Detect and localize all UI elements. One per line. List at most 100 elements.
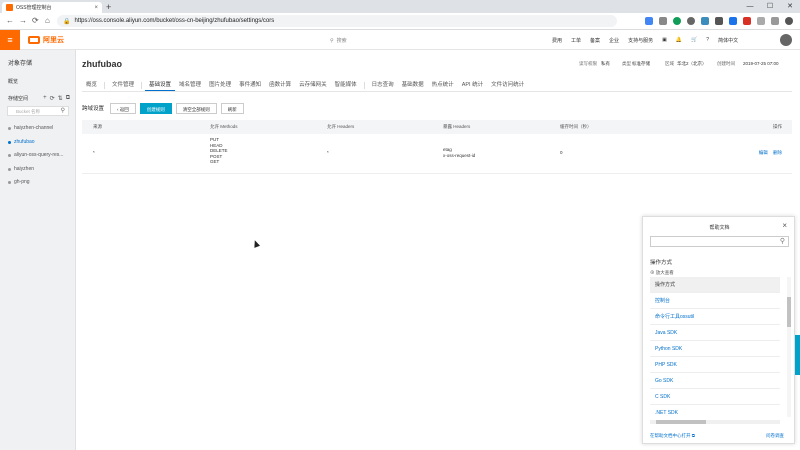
help-doc-item[interactable]: Go SDK	[650, 373, 780, 389]
zoom-in-link[interactable]: ⊕ 放大查看	[650, 270, 674, 276]
extension-icon[interactable]	[673, 17, 681, 25]
tab-domains[interactable]: 域名管理	[175, 80, 205, 91]
extension-icon[interactable]	[715, 17, 723, 25]
browser-tab[interactable]: OSS管理控制台 ×	[2, 2, 102, 13]
tab-function-compute[interactable]: 函数计算	[265, 80, 295, 91]
help-doc-item[interactable]: 操作方式	[650, 277, 780, 293]
scrollbar-thumb[interactable]	[787, 297, 791, 327]
close-icon[interactable]: ×	[782, 221, 787, 230]
tab-hotspot-stats[interactable]: 热点统计	[428, 80, 458, 91]
close-window-icon[interactable]: ✕	[780, 0, 800, 13]
help-panel-title: 帮助文档	[709, 225, 730, 231]
tab-storage-gateway[interactable]: 云存储网关	[295, 80, 331, 91]
aliyun-logo[interactable]: 阿里云	[28, 35, 64, 45]
tab-smart-media[interactable]: 智能媒体	[331, 80, 361, 91]
tab-api-stats[interactable]: API 统计	[458, 80, 487, 91]
close-tab-icon[interactable]: ×	[94, 5, 98, 11]
help-doc-item[interactable]: 命令行工具ossutil	[650, 309, 780, 325]
add-bucket-icon[interactable]: +	[43, 95, 47, 102]
help-doc-item[interactable]: .NET SDK	[650, 405, 780, 421]
help-doc-item[interactable]: 控制台	[650, 293, 780, 309]
bell-icon[interactable]: 🔔	[676, 37, 682, 43]
table-row: * PUT HEAD DELETE POST GET * etag x-oss-…	[82, 134, 792, 174]
bucket-search-input[interactable]: Bucket 名称 ⚲	[7, 106, 69, 116]
profile-icon[interactable]	[785, 17, 793, 25]
reload-icon[interactable]: ⟳	[32, 16, 39, 26]
tab-overview[interactable]: 概览	[82, 80, 101, 91]
open-external-icon[interactable]: ⧉	[66, 95, 70, 102]
minimize-icon[interactable]: —	[740, 0, 760, 13]
top-search[interactable]: ⚲ 搜索	[330, 36, 510, 45]
nav-ticket[interactable]: 工单	[571, 37, 581, 44]
extension-icon[interactable]	[687, 17, 695, 25]
maximize-icon[interactable]: ☐	[760, 0, 780, 13]
tab-image-processing[interactable]: 图片处理	[205, 80, 235, 91]
table-header: 来源 允许 Methods 允许 Headers 暴露 Headers 缓存时间…	[82, 120, 792, 134]
nav-support[interactable]: 支持与服务	[628, 37, 653, 44]
edit-link[interactable]: 编辑	[759, 150, 768, 155]
refresh-icon[interactable]: ⟳	[50, 95, 55, 102]
bucket-search-placeholder: Bucket 名称	[16, 109, 41, 114]
forward-arrow-icon[interactable]: →	[19, 16, 27, 26]
new-tab-button[interactable]: +	[106, 2, 111, 12]
tab-files[interactable]: 文件管理	[108, 80, 138, 91]
side-float-tab[interactable]	[795, 335, 800, 375]
url-input[interactable]: 🔒 https://oss.console.aliyun.com/bucket/…	[57, 15, 617, 27]
bucket-name: haiyzhen	[14, 166, 35, 172]
avatar[interactable]	[780, 34, 792, 46]
sidebar-item-overview[interactable]: 概览	[8, 78, 18, 85]
help-doc-item[interactable]: C SDK	[650, 389, 780, 405]
vertical-scrollbar[interactable]	[787, 277, 791, 417]
acl-label: 读写权限	[579, 61, 597, 66]
nav-billing[interactable]: 费用	[552, 37, 562, 44]
tab-event-notification[interactable]: 事件通知	[235, 80, 265, 91]
sort-icon[interactable]: ⇅	[58, 95, 63, 102]
browser-tab-title: OSS管理控制台	[16, 5, 52, 11]
bucket-list-header: 存储空间 + ⟳ ⇅ ⧉	[8, 95, 70, 102]
cart-icon[interactable]: 🛒	[691, 37, 697, 43]
tab-basic-settings[interactable]: 基础设置	[145, 80, 176, 91]
sidebar-bucket-item[interactable]: aliyun-oss-query-res...	[8, 152, 63, 158]
cors-rules-table: 来源 允许 Methods 允许 Headers 暴露 Headers 缓存时间…	[82, 120, 792, 174]
nav-icp[interactable]: 备案	[590, 37, 600, 44]
translate-extension-icon[interactable]	[645, 17, 653, 25]
help-icon[interactable]: ?	[706, 37, 709, 43]
clear-rules-button[interactable]: 清空全部规则	[175, 102, 217, 114]
tab-file-access-stats[interactable]: 文件访问统计	[487, 80, 528, 91]
terminal-icon[interactable]: ▣	[662, 37, 667, 43]
horizontal-scrollbar[interactable]	[650, 420, 780, 424]
extension-icon[interactable]	[771, 17, 779, 25]
help-doc-item[interactable]: Java SDK	[650, 325, 780, 341]
help-search-input[interactable]: ⚲	[650, 236, 789, 247]
extension-icon[interactable]	[659, 17, 667, 25]
sidebar-bucket-item[interactable]: haiyzhen-channel	[8, 125, 53, 131]
help-doc-item[interactable]: Python SDK	[650, 341, 780, 357]
home-icon[interactable]: ⌂	[45, 16, 50, 26]
delete-link[interactable]: 删除	[773, 150, 782, 155]
tab-basic-data[interactable]: 基础数据	[398, 80, 428, 91]
back-button[interactable]: ‹ 返回	[110, 102, 136, 114]
window-controls: — ☐ ✕	[740, 0, 800, 13]
tab-log-query[interactable]: 日志查询	[368, 80, 398, 91]
feedback-link[interactable]: 问卷调查	[766, 433, 784, 439]
extension-icon[interactable]	[701, 17, 709, 25]
extension-icon[interactable]	[743, 17, 751, 25]
sidebar-bucket-item[interactable]: zhufubao	[8, 139, 35, 145]
language-switch[interactable]: 简体中文	[718, 37, 738, 44]
nav-enterprise[interactable]: 企业	[609, 37, 619, 44]
help-section-title: 操作方式	[650, 260, 673, 266]
extension-icon[interactable]	[729, 17, 737, 25]
help-doc-item[interactable]: PHP SDK	[650, 357, 780, 373]
sidebar-bucket-item[interactable]: haiyzhen	[8, 166, 34, 172]
back-arrow-icon[interactable]: ←	[6, 16, 14, 26]
url-text: https://oss.console.aliyun.com/bucket/os…	[74, 18, 275, 24]
aliyun-logo-icon	[28, 36, 40, 44]
create-rule-button[interactable]: 创建规则	[139, 102, 172, 114]
menu-icon[interactable]: ≡	[0, 30, 20, 50]
scrollbar-thumb[interactable]	[656, 420, 706, 424]
refresh-button[interactable]: 刷新	[220, 102, 244, 114]
sidebar-bucket-item[interactable]: gh-png	[8, 179, 30, 185]
open-in-help-center-link[interactable]: 在帮助文档中心打开 ⧉	[650, 433, 695, 439]
cell-allow-headers: *	[327, 150, 329, 155]
extension-icon[interactable]	[757, 17, 765, 25]
